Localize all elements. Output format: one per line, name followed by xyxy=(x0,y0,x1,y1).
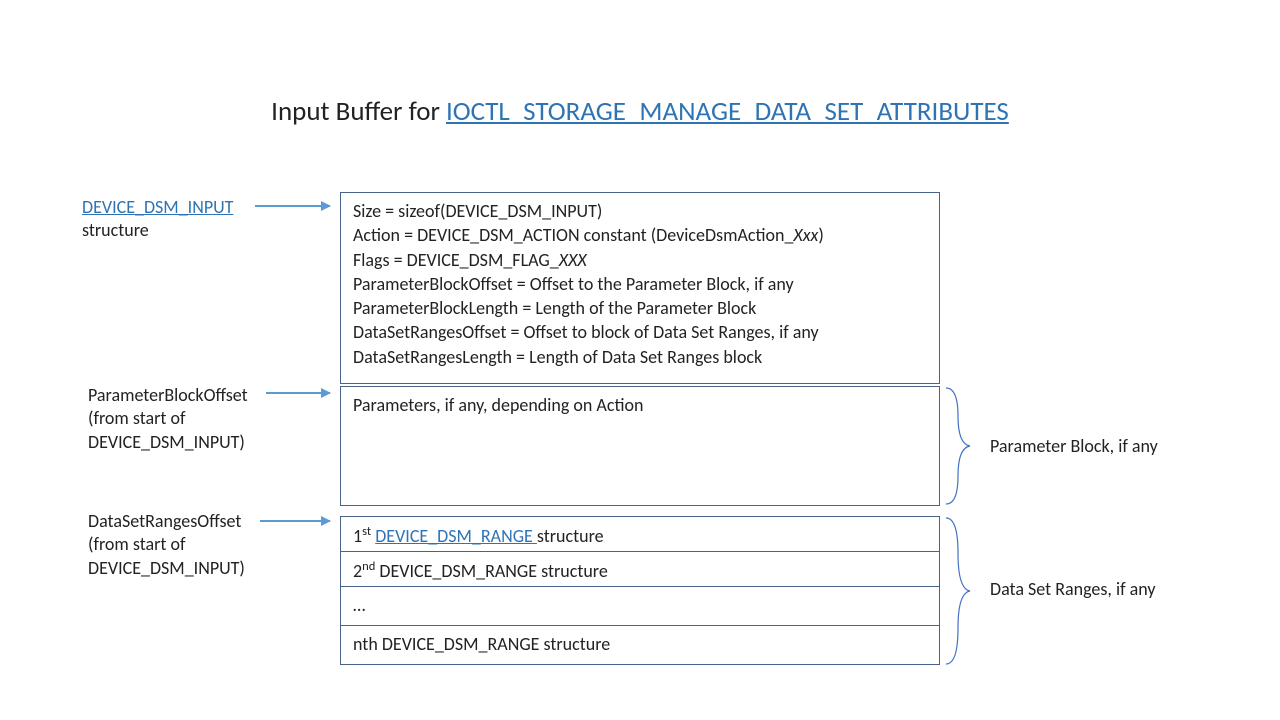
title-prefix: Input Buffer for xyxy=(271,95,446,128)
box-range-ellipsis: … xyxy=(340,586,940,626)
box-range-n: nth DEVICE_DSM_RANGE structure xyxy=(340,625,940,665)
box-dsm-input: Size = sizeof(DEVICE_DSM_INPUT) Action =… xyxy=(340,192,940,384)
brace-ranges xyxy=(943,516,973,666)
label-param-offset: ParameterBlockOffset (from start of DEVI… xyxy=(88,384,318,454)
box-range-2: 2nd DEVICE_DSM_RANGE structure xyxy=(340,551,940,587)
box-range-1: 1st DEVICE_DSM_RANGE structure xyxy=(340,516,940,552)
arrow-param xyxy=(266,392,330,394)
brace-param xyxy=(943,386,973,506)
rlabel-param: Parameter Block, if any xyxy=(990,435,1158,457)
range-link[interactable]: DEVICE_DSM_RANGE xyxy=(375,525,537,547)
arrow-struct xyxy=(255,205,330,207)
label-struct: DEVICE_DSM_INPUT structure xyxy=(82,196,302,243)
label-struct-link[interactable]: DEVICE_DSM_INPUT xyxy=(82,196,233,218)
arrow-ranges xyxy=(260,520,330,522)
rlabel-ranges: Data Set Ranges, if any xyxy=(990,578,1156,600)
label-struct-suffix: structure xyxy=(82,219,149,241)
box-parameters: Parameters, if any, depending on Action xyxy=(340,386,940,506)
title-link[interactable]: IOCTL_STORAGE_MANAGE_DATA_SET_ATTRIBUTES xyxy=(446,95,1009,128)
diagram-title: Input Buffer for IOCTL_STORAGE_MANAGE_DA… xyxy=(0,95,1280,128)
